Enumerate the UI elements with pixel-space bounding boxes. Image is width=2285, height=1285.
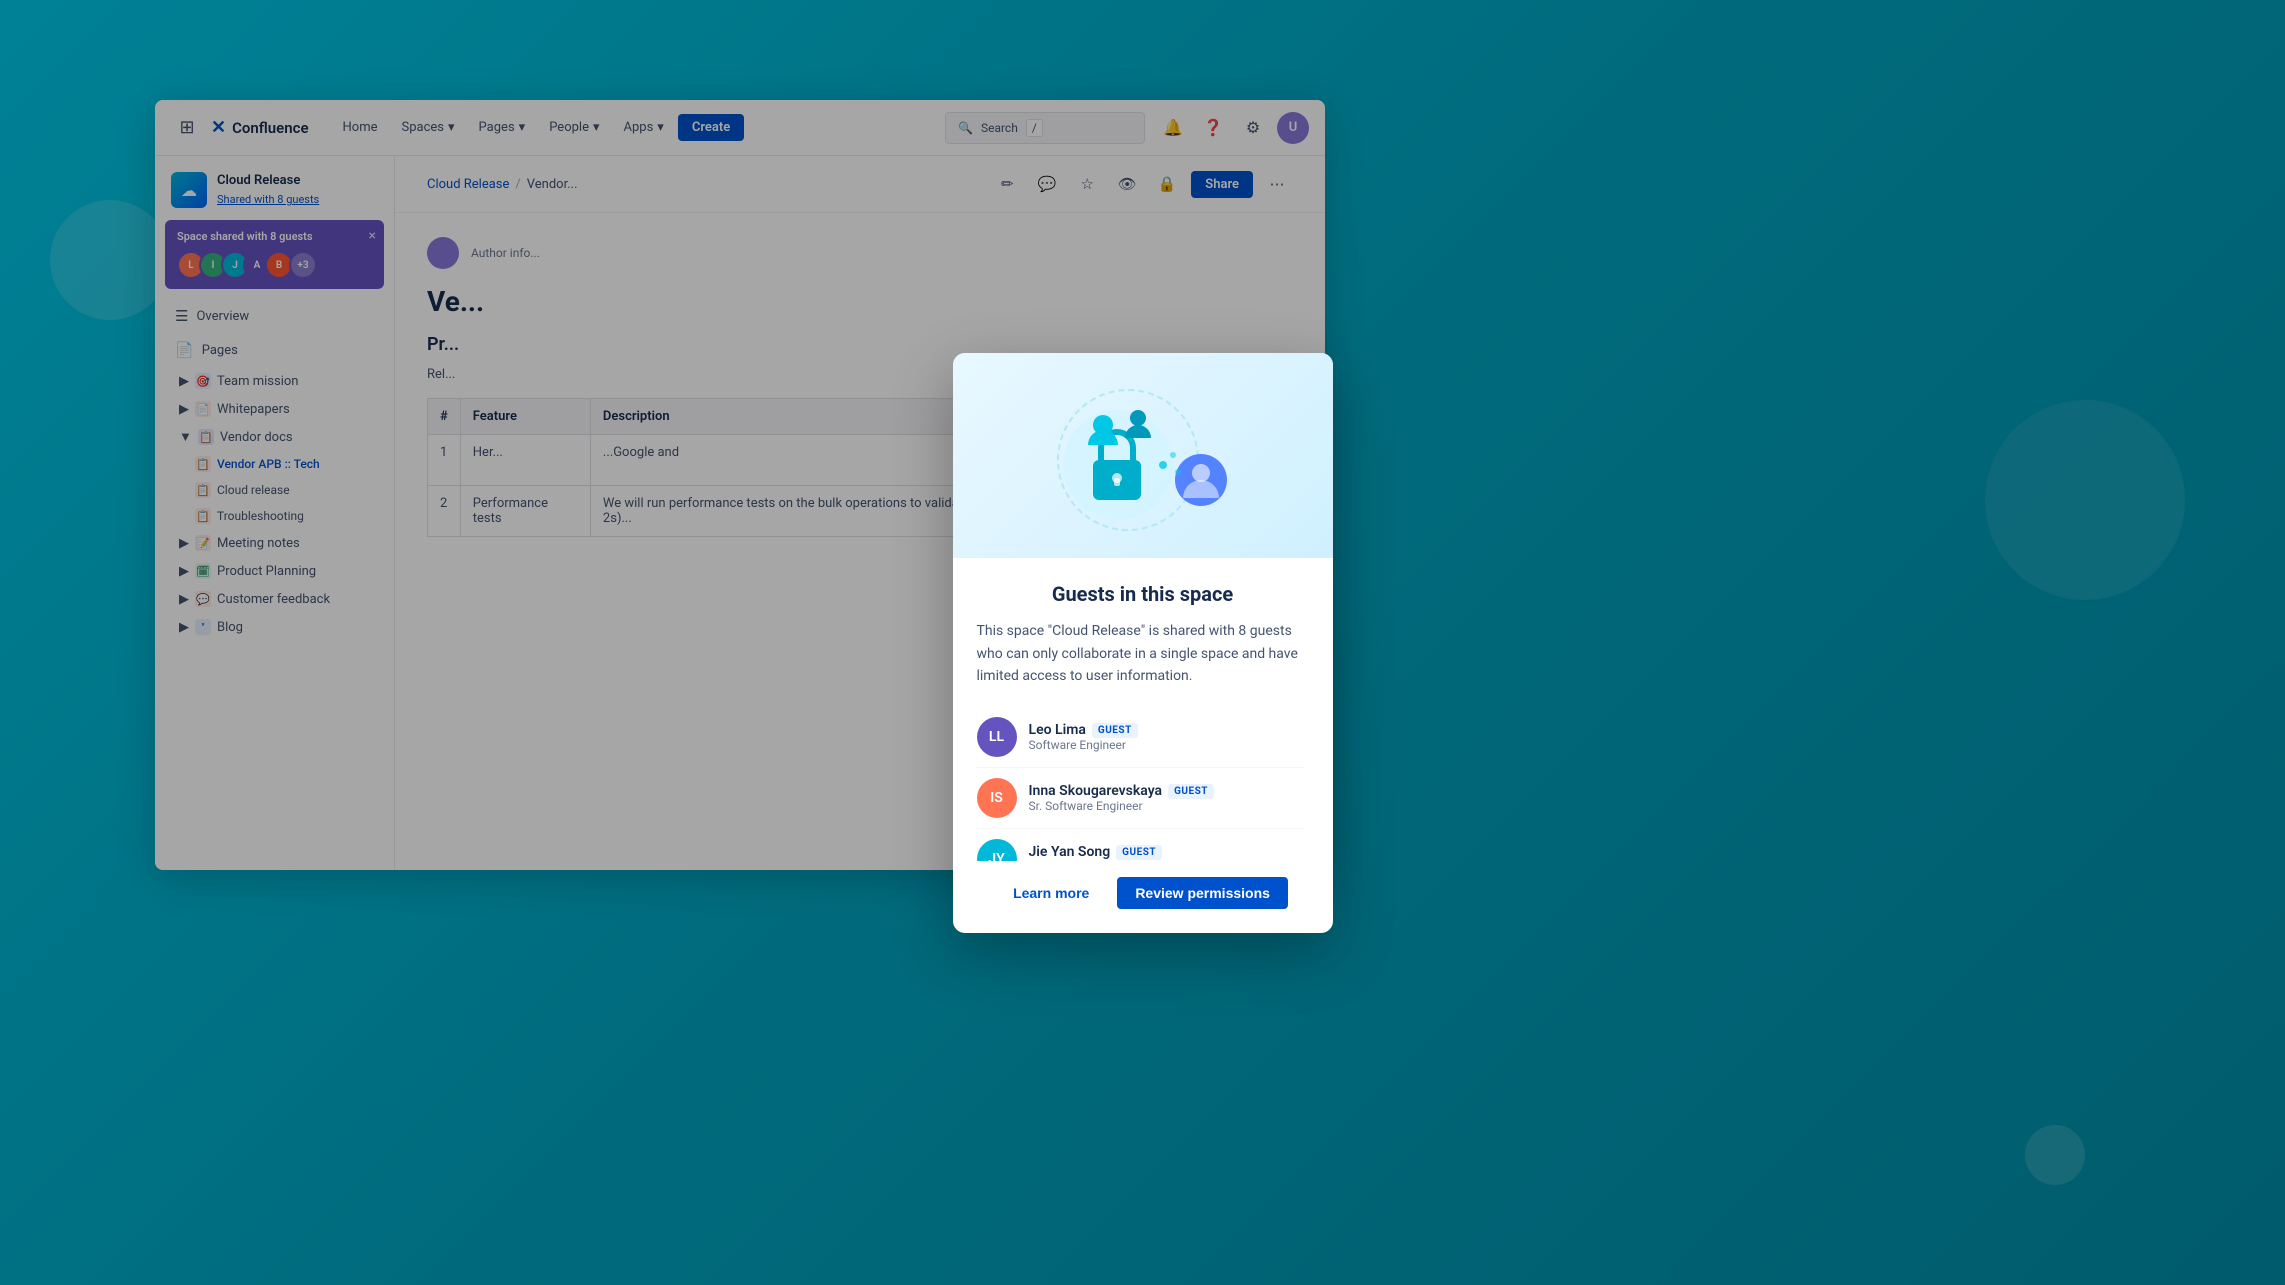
modal-svg bbox=[1033, 370, 1253, 540]
modal-overlay: Guests in this space This space "Cloud R… bbox=[0, 0, 2285, 1285]
guest-list-item: IS Inna Skougarevskaya GUEST Sr. Softwar… bbox=[977, 768, 1305, 829]
guest-role-leo: Software Engineer bbox=[1029, 738, 1138, 752]
modal-description: This space "Cloud Release" is shared wit… bbox=[977, 620, 1309, 687]
guest-role-inna: Sr. Software Engineer bbox=[1029, 799, 1214, 813]
guest-avatar-jie: JY bbox=[977, 839, 1017, 860]
guest-tag-2: GUEST bbox=[1116, 845, 1162, 860]
guest-avatar-leo: LL bbox=[977, 717, 1017, 757]
modal: Guests in this space This space "Cloud R… bbox=[953, 353, 1333, 933]
guest-name-leo: Leo Lima GUEST bbox=[1029, 722, 1138, 738]
guest-list-item: JY Jie Yan Song GUEST Technical Writer bbox=[977, 829, 1305, 860]
guest-list-item: LL Leo Lima GUEST Software Engineer bbox=[977, 707, 1305, 768]
modal-body: Guests in this space This space "Cloud R… bbox=[953, 558, 1333, 860]
modal-footer: Learn more Review permissions bbox=[953, 861, 1333, 933]
learn-more-button[interactable]: Learn more bbox=[997, 877, 1105, 909]
review-permissions-button[interactable]: Review permissions bbox=[1117, 877, 1288, 909]
guest-name-jie: Jie Yan Song GUEST bbox=[1029, 844, 1163, 860]
guest-name-inna: Inna Skougarevskaya GUEST bbox=[1029, 783, 1214, 799]
guest-avatar-inna: IS bbox=[977, 778, 1017, 818]
modal-title: Guests in this space bbox=[977, 582, 1309, 606]
guest-tag-0: GUEST bbox=[1092, 723, 1138, 738]
guest-info-inna: Inna Skougarevskaya GUEST Sr. Software E… bbox=[1029, 783, 1214, 813]
guest-tag-1: GUEST bbox=[1168, 784, 1214, 799]
guest-info: Leo Lima GUEST Software Engineer bbox=[1029, 722, 1138, 752]
guest-list: LL Leo Lima GUEST Software Engineer IS bbox=[977, 707, 1309, 860]
guest-info-jie: Jie Yan Song GUEST Technical Writer bbox=[1029, 844, 1163, 860]
modal-illustration bbox=[953, 353, 1333, 559]
